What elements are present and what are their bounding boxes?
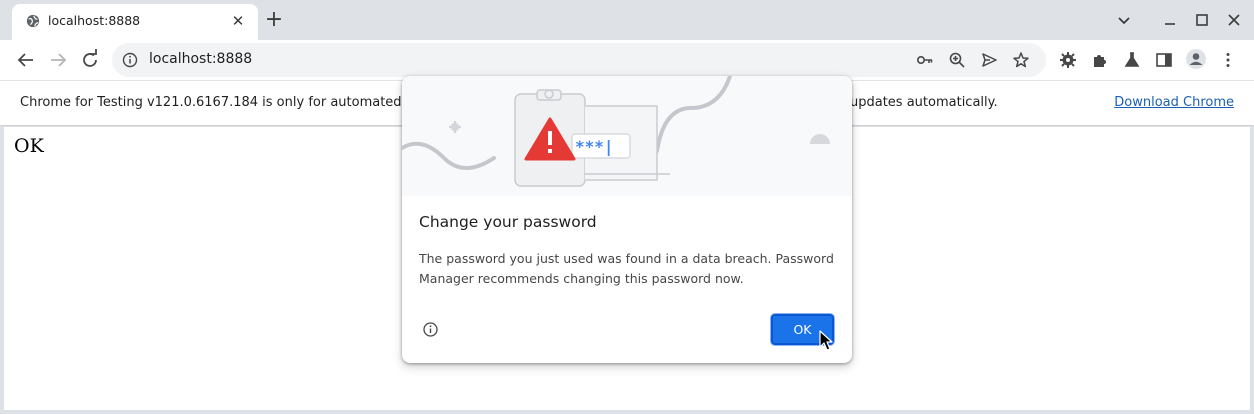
masked-password-text: ***|: [575, 137, 614, 157]
address-bar[interactable]: localhost:8888: [112, 43, 1046, 77]
maximize-icon[interactable]: [1192, 10, 1212, 30]
back-icon[interactable]: [13, 47, 39, 73]
close-window-icon[interactable]: [1224, 10, 1244, 30]
flask-icon[interactable]: [1123, 51, 1141, 69]
globe-icon: [26, 14, 40, 28]
dialog-body: The password you just used was found in …: [419, 251, 834, 286]
toolbar: localhost:8888: [0, 40, 1254, 80]
minimize-icon[interactable]: [1160, 10, 1180, 30]
zoom-icon[interactable]: [948, 51, 966, 69]
browser-window: localhost:8888 ✕ + localhost:8888 Chrome…: [0, 0, 1254, 414]
more-menu-icon[interactable]: [1219, 51, 1237, 69]
site-info-icon[interactable]: [122, 52, 138, 68]
tab-title: localhost:8888: [48, 13, 141, 28]
close-tab-icon[interactable]: ✕: [230, 13, 246, 29]
mouse-cursor-icon: [819, 330, 833, 351]
dialog-title: Change your password: [419, 213, 597, 231]
key-icon[interactable]: [916, 51, 934, 69]
extensions-puzzle-icon[interactable]: [1091, 51, 1109, 69]
send-icon[interactable]: [980, 51, 998, 69]
browser-tab[interactable]: localhost:8888 ✕: [12, 4, 258, 40]
change-password-dialog: ***| Change your password The password y…: [402, 76, 852, 363]
extension-gear-icon[interactable]: [1059, 51, 1077, 69]
illustration-graphic: ***|: [402, 76, 830, 187]
bookmark-star-icon[interactable]: [1012, 51, 1030, 69]
infobar-message-start: Chrome for Testing v121.0.6167.184 is on…: [20, 95, 402, 110]
page-ok-text: OK: [14, 135, 44, 157]
reload-icon[interactable]: [77, 47, 103, 73]
profile-avatar-icon[interactable]: [1185, 48, 1207, 70]
info-icon[interactable]: [422, 321, 439, 338]
download-chrome-link[interactable]: Download Chrome: [1114, 95, 1234, 110]
side-panel-icon[interactable]: [1155, 51, 1173, 69]
breach-illustration: ***|: [402, 76, 852, 196]
forward-icon[interactable]: [45, 47, 71, 73]
new-tab-button[interactable]: +: [262, 9, 286, 33]
url-text[interactable]: localhost:8888: [149, 51, 252, 67]
infobar-message-end: updates automatically.: [850, 95, 998, 110]
tab-strip: localhost:8888 ✕ +: [0, 0, 1254, 40]
chevron-down-icon[interactable]: [1114, 10, 1134, 30]
